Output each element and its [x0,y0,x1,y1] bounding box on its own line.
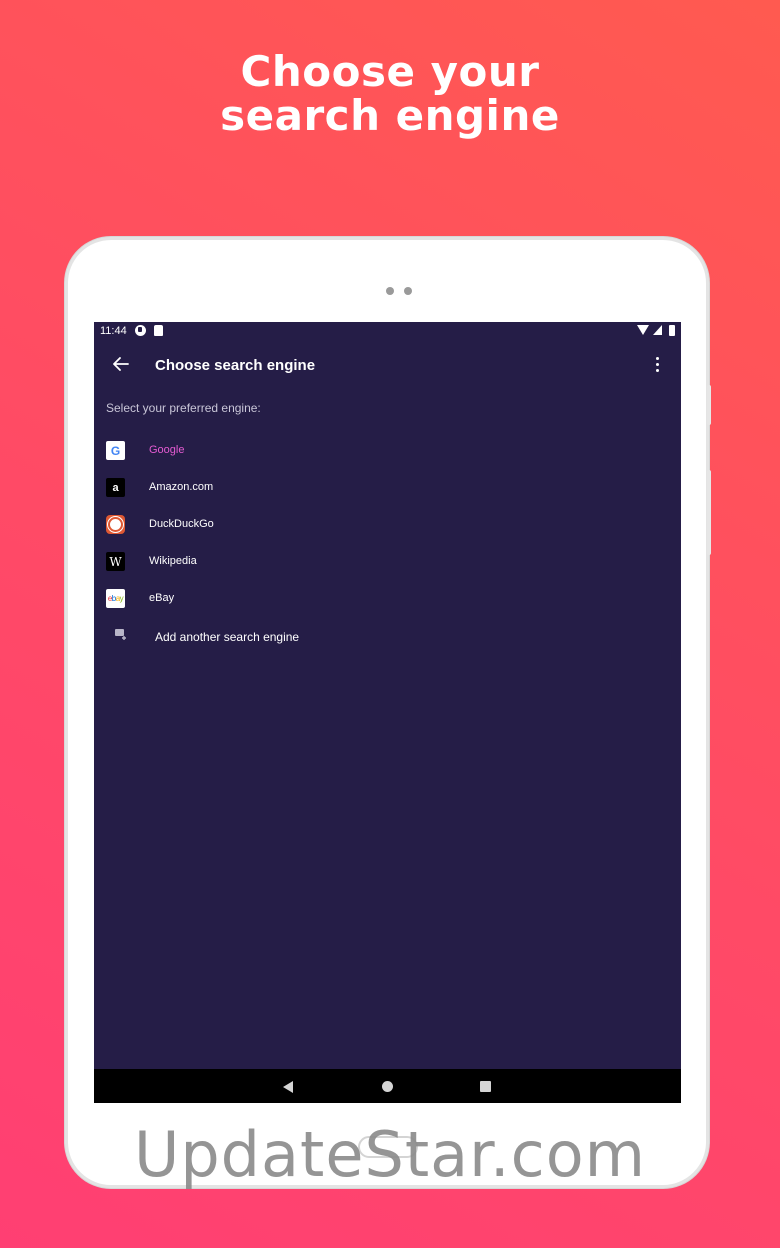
add-search-icon [115,629,126,640]
duckduckgo-icon [106,515,125,534]
engine-item-google[interactable]: G Google [94,433,681,470]
watermark: UpdateStar.com [133,1118,647,1191]
ebay-icon: ebay [106,589,125,608]
signal-icon [653,325,662,335]
engine-prompt: Select your preferred engine: [106,401,261,415]
engine-label: DuckDuckGo [149,518,214,530]
tablet-frame: 11:44 Choose search engine Select your p… [65,237,711,1188]
engine-label: Google [149,444,185,456]
add-search-engine-button[interactable]: Add another search engine [94,618,681,654]
status-bar: 11:44 [94,322,681,342]
google-icon: G [106,441,125,460]
wifi-icon [637,325,649,335]
arrow-left-icon [113,357,129,371]
promo-headline-line-2: search engine [220,91,560,140]
engine-item-duckduckgo[interactable]: DuckDuckGo [94,507,681,544]
engine-label: Wikipedia [149,555,197,567]
wikipedia-icon: W [106,552,125,571]
status-time: 11:44 [100,325,127,337]
battery-icon [669,325,675,336]
add-search-engine-label: Add another search engine [155,630,300,644]
amazon-icon: a [106,478,125,497]
device-screen: 11:44 Choose search engine Select your p… [94,322,681,1103]
power-button [707,470,711,555]
page-title: Choose search engine [155,357,316,374]
nav-back-icon[interactable] [283,1081,293,1093]
app-bar: Choose search engine [94,342,681,392]
engine-list: G Google a Amazon.com DuckDuckGo W Wikip… [94,433,681,618]
nav-recents-icon[interactable] [480,1081,491,1092]
more-vert-icon [656,357,659,360]
back-button[interactable] [108,351,134,377]
nav-home-icon[interactable] [382,1081,393,1092]
more-options-button[interactable] [649,355,667,375]
sd-card-icon [154,325,163,336]
engine-item-amazon[interactable]: a Amazon.com [94,470,681,507]
engine-item-wikipedia[interactable]: W Wikipedia [94,544,681,581]
promo-headline-line-1: Choose your [240,47,540,96]
engine-item-ebay[interactable]: ebay eBay [94,581,681,618]
sync-icon [135,325,146,336]
system-nav-bar [94,1069,681,1103]
engine-label: eBay [149,592,175,604]
promo-headline: Choose your search engine [0,50,780,138]
camera-dots [386,287,416,295]
volume-button [707,385,711,425]
engine-label: Amazon.com [149,481,214,493]
